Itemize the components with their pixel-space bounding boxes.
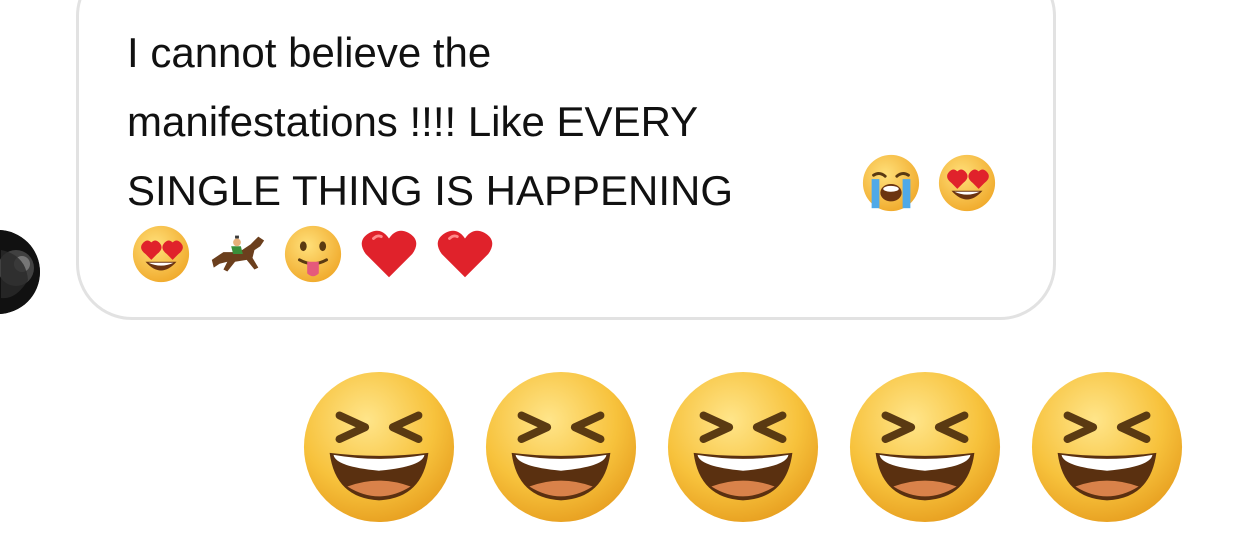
heart-eyes-face-icon	[936, 152, 998, 214]
avatar-photo	[0, 230, 40, 314]
message-line-3: SINGLE THING IS HAPPENING	[127, 167, 734, 214]
grinning-squinting-face-icon	[1028, 368, 1186, 526]
heart-eyes-face-icon	[130, 223, 192, 285]
red-heart-icon	[434, 223, 496, 285]
face-with-tongue-icon	[282, 223, 344, 285]
grinning-squinting-face-icon	[300, 368, 458, 526]
sender-avatar[interactable]	[0, 230, 40, 314]
loudly-crying-face-icon	[860, 152, 922, 214]
grinning-squinting-face-icon	[846, 368, 1004, 526]
emoji-message-row[interactable]	[300, 368, 1186, 526]
grinning-squinting-face-icon	[664, 368, 822, 526]
red-heart-icon	[358, 223, 420, 285]
message-emoji-row	[130, 222, 496, 286]
grinning-squinting-face-icon	[482, 368, 640, 526]
message-line-2: manifestations !!!! Like EVERY	[127, 98, 699, 145]
inline-emoji-group	[860, 152, 998, 214]
horse-racing-icon	[206, 223, 268, 285]
message-line-1: I cannot believe the	[127, 29, 492, 76]
